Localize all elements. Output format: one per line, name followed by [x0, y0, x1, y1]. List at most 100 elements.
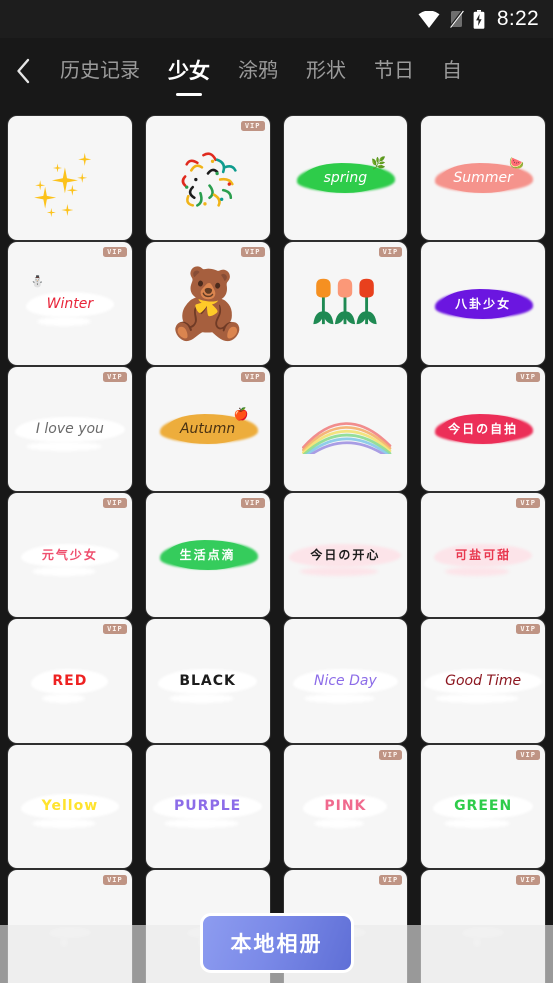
- highlighter-stroke: Nice Day: [302, 668, 389, 694]
- sticker-card-summer[interactable]: Summer 🍉: [421, 116, 545, 240]
- sticker-card-autumn[interactable]: Autumn 🍎 VIP: [145, 367, 270, 492]
- tab-3[interactable]: 形状: [292, 38, 360, 104]
- tulips-art: [284, 242, 408, 366]
- battery-charging-icon: [473, 9, 485, 29]
- decor-emoji-icon: 🍎: [233, 407, 249, 422]
- vip-badge: VIP: [378, 875, 403, 886]
- sticker-label: 元气少女: [41, 548, 98, 562]
- sticker-label: BLACK: [179, 672, 236, 689]
- vip-badge: VIP: [240, 121, 265, 131]
- sticker-card-nice-day[interactable]: Nice Day: [283, 618, 408, 743]
- brush-text-art: spring 🌿: [284, 116, 408, 240]
- sparkle-star-icon: [35, 180, 46, 191]
- sticker-label: Winter: [46, 295, 94, 312]
- sticker-label: 今日の开心: [310, 548, 381, 562]
- vip-badge: VIP: [240, 246, 265, 257]
- vip-badge: VIP: [103, 623, 127, 634]
- brush-stroke: 八卦少女: [440, 288, 527, 319]
- sticker-card-confetti[interactable]: VIP: [145, 116, 270, 240]
- sparkles-art: [8, 116, 132, 240]
- rainbow-art: [284, 367, 408, 491]
- sticker-card-yellow[interactable]: Yellow: [8, 744, 132, 869]
- sticker-card-salty-sweet[interactable]: 可盐可甜 VIP: [421, 493, 545, 617]
- highlight-text-art: I love you: [8, 367, 132, 491]
- sticker-label: RED: [52, 672, 88, 689]
- back-button[interactable]: [0, 38, 46, 104]
- highlight-text-art: Yellow: [8, 745, 132, 869]
- sticker-card-life-moments[interactable]: 生活点滴 VIP: [145, 493, 270, 617]
- sticker-card-red[interactable]: RED VIP: [8, 618, 132, 743]
- sticker-card-teddy-bear[interactable]: 🧸 VIP: [145, 241, 270, 366]
- sparkle-star-icon: [46, 208, 56, 218]
- sticker-card-spring[interactable]: spring 🌿: [283, 116, 408, 240]
- highlighter-stroke: Good Time: [433, 668, 533, 694]
- vip-badge: VIP: [378, 749, 403, 760]
- sticker-card-today-happy[interactable]: 今日の开心: [283, 493, 408, 617]
- sticker-card-sparkles[interactable]: [8, 116, 132, 240]
- decor-emoji-icon: 🍉: [509, 155, 525, 170]
- sticker-card-tulips[interactable]: VIP: [283, 241, 408, 366]
- sticker-label: 八卦少女: [455, 296, 512, 311]
- vip-badge: VIP: [103, 246, 127, 257]
- highlight-text-art: PURPLE: [146, 745, 270, 869]
- sticker-label: Good Time: [445, 672, 522, 689]
- highlighter-stroke: 元气少女: [30, 543, 110, 567]
- highlighter-stroke: 可盐可甜: [443, 543, 523, 567]
- sticker-card-green[interactable]: GREEN VIP: [421, 744, 545, 869]
- highlight-text-art: Nice Day: [284, 619, 408, 743]
- sticker-label: Yellow: [41, 798, 99, 815]
- vip-badge: VIP: [516, 749, 540, 760]
- vip-badge: VIP: [240, 372, 265, 383]
- sticker-card-pink[interactable]: PINK VIP: [283, 744, 408, 869]
- sparkle-star-icon: [34, 186, 57, 209]
- sparkle-star-icon: [66, 184, 78, 196]
- vip-badge: VIP: [240, 498, 265, 509]
- sticker-card-rainbow[interactable]: [283, 367, 408, 492]
- vip-badge: VIP: [516, 875, 540, 886]
- tab-0[interactable]: 历史记录: [46, 38, 154, 104]
- sticker-card-i-love-you[interactable]: I love you VIP: [8, 367, 132, 492]
- sparkle-star-icon: [51, 167, 78, 194]
- highlighter-stroke: PINK: [312, 793, 378, 819]
- sticker-card-black[interactable]: BLACK: [145, 618, 270, 743]
- sticker-label: Autumn: [179, 421, 236, 438]
- tab-5[interactable]: 自: [428, 38, 476, 104]
- tab-label: 自: [442, 60, 462, 82]
- highlight-text-art: GREEN: [421, 745, 545, 869]
- status-bar: 8:22: [0, 0, 553, 38]
- brush-text-art: 生活点滴: [146, 493, 270, 617]
- tab-4[interactable]: 节日: [360, 38, 428, 104]
- teddy-bear-icon: 🧸: [165, 265, 250, 342]
- brush-text-art: 八卦少女: [421, 242, 545, 366]
- confetti-art: [146, 116, 270, 240]
- sticker-card-purple[interactable]: PURPLE: [145, 744, 270, 869]
- sticker-card-genki-girl[interactable]: 元气少女 VIP: [8, 493, 132, 617]
- sticker-card-good-time[interactable]: Good Time VIP: [421, 618, 545, 743]
- sticker-label: GREEN: [454, 798, 513, 815]
- highlighter-stroke: GREEN: [442, 793, 524, 819]
- tab-label: 形状: [306, 60, 346, 82]
- tab-list: 历史记录 少女 涂鸦 形状 节日 自: [46, 38, 553, 104]
- local-album-button[interactable]: 本地相册: [199, 913, 354, 973]
- sticker-card-today-selfie[interactable]: 今日の自拍 VIP: [421, 367, 545, 492]
- tab-label: 少女: [168, 59, 210, 83]
- sticker-label: I love you: [35, 421, 104, 438]
- sticker-card-winter[interactable]: Winter ⛄ VIP: [8, 241, 132, 366]
- brush-text-art: Autumn 🍎: [146, 367, 270, 491]
- tab-2[interactable]: 涂鸦: [224, 38, 292, 104]
- highlight-text-art: 元气少女: [8, 493, 132, 617]
- sticker-label: 生活点滴: [179, 548, 236, 562]
- status-time: 8:22: [496, 7, 539, 30]
- tab-1[interactable]: 少女: [154, 38, 224, 104]
- highlighter-stroke: PURPLE: [162, 793, 253, 819]
- sparkle-star-icon: [61, 204, 74, 217]
- vip-badge: VIP: [378, 246, 403, 257]
- sticker-grid[interactable]: VIP spring 🌿 Summer 🍉 Winter ⛄ VIP 🧸 VIP VIP 八卦少女 I …: [0, 108, 553, 983]
- highlight-text-art: PINK: [284, 745, 408, 869]
- highlighter-stroke: Winter ⛄: [31, 276, 105, 317]
- vip-badge: VIP: [103, 372, 127, 383]
- emoji-art: 🧸: [146, 242, 270, 366]
- sparkle-star-icon: [53, 163, 62, 173]
- sticker-card-gossip-girl[interactable]: 八卦少女: [421, 241, 545, 366]
- highlighter-stroke: RED: [40, 668, 99, 694]
